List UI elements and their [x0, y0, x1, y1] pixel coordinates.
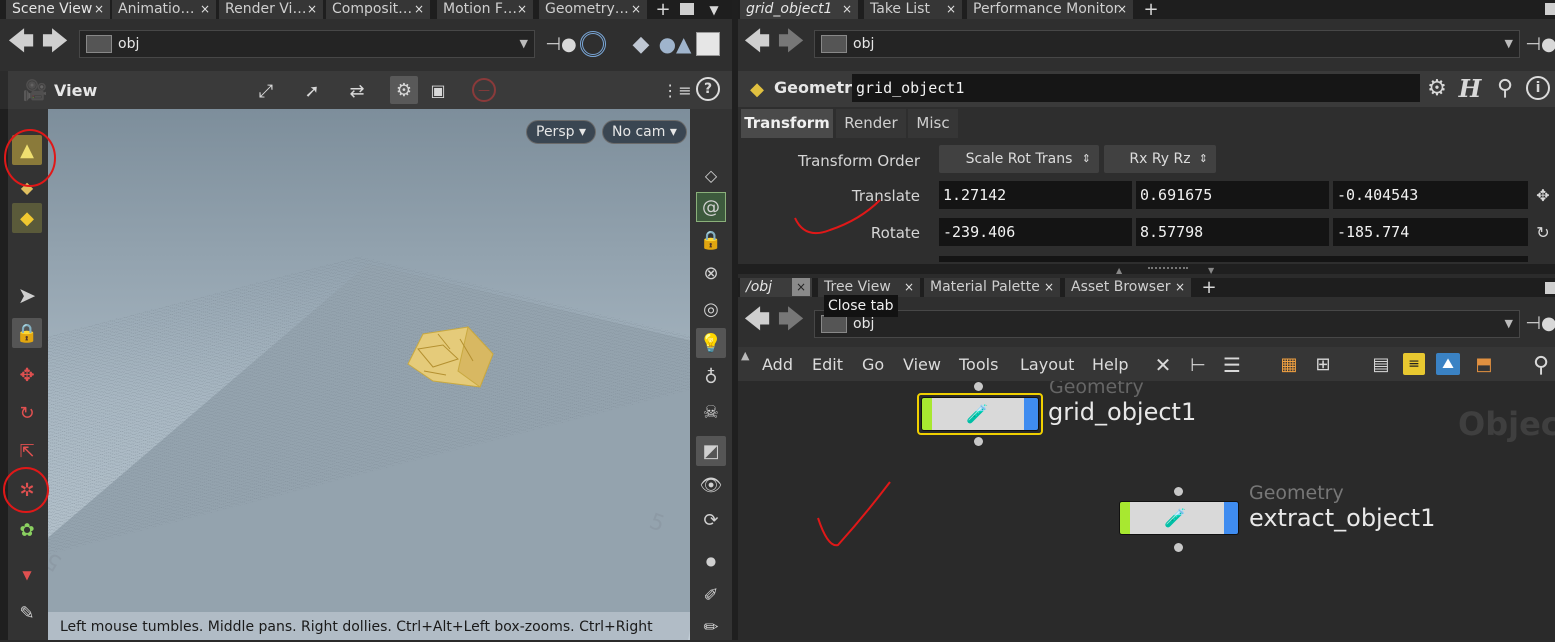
annotation-checkmark	[794, 199, 881, 234]
annotation-checkmark	[817, 481, 891, 547]
annotation-circle	[4, 129, 56, 187]
red-annotations	[3, 129, 891, 547]
annotation-circle	[3, 467, 49, 513]
